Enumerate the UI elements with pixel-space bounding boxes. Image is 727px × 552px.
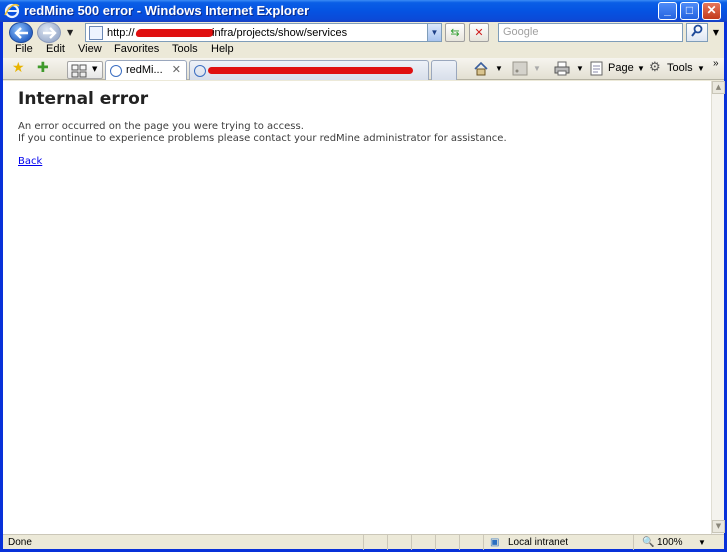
menu-help[interactable]: Help: [211, 43, 234, 55]
status-bar: Done ▣ Local intranet 🔍 100% ▼: [3, 534, 724, 550]
recent-pages-dropdown-icon[interactable]: ▼: [67, 28, 73, 37]
chevron-right-icon[interactable]: »: [713, 58, 719, 69]
search-icon: [691, 24, 703, 37]
page-icon: [89, 26, 103, 40]
zoom-icon: 🔍: [642, 537, 655, 548]
page-title: Internal error: [18, 89, 149, 109]
minimize-button[interactable]: _: [658, 2, 677, 20]
stop-button[interactable]: ✕: [469, 23, 489, 42]
tab-other[interactable]: [189, 60, 429, 80]
menu-bar: File Edit View Favorites Tools Help: [3, 43, 724, 56]
feeds-icon[interactable]: [512, 61, 528, 76]
quick-tabs-button[interactable]: ▼: [67, 61, 103, 79]
page-icon: [590, 61, 603, 76]
tab-label: redMi...: [126, 64, 163, 76]
feeds-dropdown-icon[interactable]: ▼: [533, 64, 541, 73]
status-cell: [387, 535, 411, 550]
search-button[interactable]: [686, 23, 708, 42]
page-dropdown-icon[interactable]: ▼: [637, 64, 645, 73]
scroll-up-icon[interactable]: ▲: [712, 81, 725, 94]
status-cell: [363, 535, 387, 550]
print-dropdown-icon[interactable]: ▼: [576, 64, 584, 73]
tab-ie-icon: [110, 65, 122, 77]
tab-close-icon[interactable]: ✕: [172, 63, 181, 76]
zoom-control[interactable]: 🔍 100% ▼: [633, 535, 724, 550]
gear-icon: ⚙: [649, 59, 661, 74]
error-message-line-2: If you continue to experience problems p…: [18, 133, 507, 144]
status-text: Done: [8, 537, 32, 548]
browser-window: redMine 500 error - Windows Internet Exp…: [0, 0, 727, 552]
url-field[interactable]: http:// infra/projects/show/services ▼: [85, 23, 442, 42]
home-icon[interactable]: [473, 61, 489, 76]
search-input[interactable]: Google: [498, 23, 683, 42]
intranet-icon: ▣: [490, 537, 500, 548]
page-menu-button[interactable]: Page: [608, 62, 634, 74]
new-tab-button[interactable]: [431, 60, 457, 80]
vertical-scrollbar[interactable]: ▲ ▼: [711, 81, 725, 534]
redacted-tab-title: [208, 67, 413, 74]
window-title: redMine 500 error - Windows Internet Exp…: [24, 3, 310, 18]
address-bar: ▼ http:// infra/projects/show/services ▼…: [3, 22, 724, 43]
status-cell: [459, 535, 483, 550]
command-bar: ★ ✚ ▼ redMi... ✕ ▼ ▼ ▼ Page ▼ ⚙ Tools ▼ …: [3, 58, 724, 80]
favorites-center-icon[interactable]: ★: [12, 60, 25, 76]
back-arrow-icon: [14, 27, 28, 39]
tab-redmine[interactable]: redMi... ✕: [105, 60, 187, 80]
tab-ie-icon: [194, 65, 206, 77]
url-path: infra/projects/show/services: [212, 27, 348, 39]
url-prefix: http://: [107, 27, 135, 39]
tools-dropdown-icon[interactable]: ▼: [697, 64, 705, 73]
search-options-dropdown-icon[interactable]: ▼: [710, 23, 722, 42]
print-icon[interactable]: [554, 61, 570, 76]
add-favorites-icon[interactable]: ✚: [37, 60, 49, 76]
menu-tools[interactable]: Tools: [172, 43, 198, 55]
back-button[interactable]: [9, 22, 33, 43]
security-zone[interactable]: ▣ Local intranet: [483, 535, 633, 550]
title-bar: redMine 500 error - Windows Internet Exp…: [0, 0, 727, 22]
url-dropdown-icon[interactable]: ▼: [427, 24, 441, 41]
back-link[interactable]: Back: [18, 156, 42, 167]
close-window-button[interactable]: ✕: [702, 2, 721, 20]
status-cell: [411, 535, 435, 550]
tools-menu-button[interactable]: Tools: [667, 62, 693, 74]
refresh-button[interactable]: ⇆: [445, 23, 465, 42]
menu-file[interactable]: File: [15, 43, 33, 55]
zone-label: Local intranet: [508, 537, 569, 548]
internet-explorer-icon: [4, 3, 20, 19]
forward-arrow-icon: [43, 27, 57, 39]
status-cell: [435, 535, 459, 550]
zoom-dropdown-icon[interactable]: ▼: [698, 538, 706, 547]
redacted-host: [134, 29, 216, 37]
scroll-down-icon[interactable]: ▼: [712, 520, 725, 533]
zoom-level: 100%: [657, 537, 683, 548]
tab-list-dropdown-icon[interactable]: ▼: [92, 65, 97, 73]
menu-view[interactable]: View: [78, 43, 102, 55]
menu-favorites[interactable]: Favorites: [114, 43, 159, 55]
forward-button[interactable]: [37, 22, 61, 43]
home-dropdown-icon[interactable]: ▼: [495, 64, 503, 73]
menu-edit[interactable]: Edit: [46, 43, 65, 55]
error-message-line-1: An error occurred on the page you were t…: [18, 121, 304, 132]
quick-tabs-icon: [71, 64, 87, 78]
page-content: Internal error An error occurred on the …: [3, 81, 711, 534]
maximize-button[interactable]: □: [680, 2, 699, 20]
